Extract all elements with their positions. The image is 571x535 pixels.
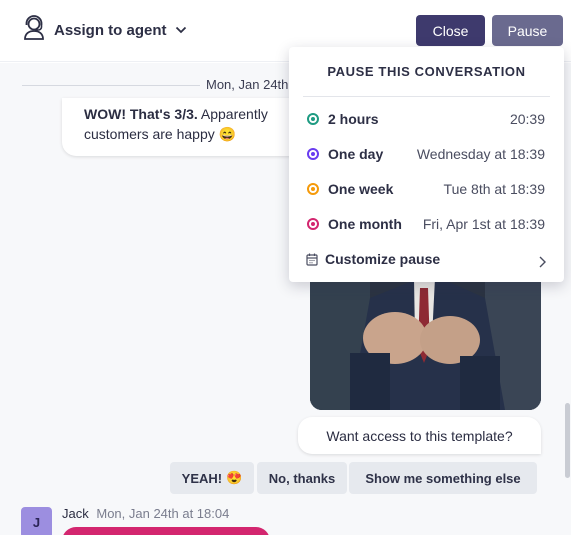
assign-to-agent-dropdown[interactable]: Assign to agent bbox=[22, 14, 187, 46]
pause-option-time: 20:39 bbox=[509, 111, 545, 127]
quick-reply-no-thanks[interactable]: No, thanks bbox=[257, 462, 347, 494]
template-question-text: Want access to this template? bbox=[326, 427, 513, 444]
agent-headset-icon bbox=[22, 14, 46, 46]
heart-eyes-emoji: 😍 bbox=[226, 470, 243, 485]
bot-message-bold: WOW! That's 3/3. bbox=[84, 106, 198, 122]
status-dot-icon bbox=[307, 183, 319, 195]
pause-option-2-hours[interactable]: 2 hours 20:39 bbox=[289, 102, 564, 136]
sender-info: Jack Mon, Jan 24th at 18:04 bbox=[62, 506, 229, 521]
pause-option-time: Tue 8th at 18:39 bbox=[443, 181, 545, 197]
pause-menu-title: PAUSE THIS CONVERSATION bbox=[327, 64, 526, 79]
status-dot-icon bbox=[307, 113, 319, 125]
assign-label: Assign to agent bbox=[54, 21, 167, 39]
chevron-down-icon bbox=[175, 21, 187, 39]
clapping-gif-image bbox=[310, 278, 541, 410]
pause-option-time: Wednesday at 18:39 bbox=[416, 146, 545, 162]
scrollbar[interactable] bbox=[565, 403, 570, 478]
pause-option-name: One month bbox=[328, 216, 402, 232]
quick-reply-label: Show me something else bbox=[365, 470, 521, 486]
calendar-icon bbox=[306, 253, 318, 271]
quick-reply-label: YEAH! bbox=[181, 470, 223, 486]
quick-reply-show-else[interactable]: Show me something else bbox=[349, 462, 537, 494]
pause-option-one-month[interactable]: One month Fri, Apr 1st at 18:39 bbox=[289, 207, 564, 241]
pause-option-time: Fri, Apr 1st at 18:39 bbox=[422, 216, 545, 232]
pause-option-one-week[interactable]: One week Tue 8th at 18:39 bbox=[289, 172, 564, 206]
status-dot-icon bbox=[307, 218, 319, 230]
quick-reply-yeah[interactable]: YEAH! 😍 bbox=[170, 462, 254, 494]
avatar: J bbox=[21, 507, 52, 535]
pause-menu: PAUSE THIS CONVERSATION 2 hours 20:39 On… bbox=[289, 47, 564, 282]
user-message-bubble bbox=[62, 527, 270, 535]
sender-name: Jack bbox=[62, 506, 89, 521]
date-separator-text: Mon, Jan 24th bbox=[200, 77, 295, 92]
pause-option-name: 2 hours bbox=[328, 111, 379, 127]
pause-option-name: One day bbox=[328, 146, 384, 162]
customize-pause-item[interactable]: Customize pause bbox=[289, 243, 564, 277]
bot-message-line2: customers are happy bbox=[84, 126, 215, 142]
bot-message-text: Apparently bbox=[197, 106, 268, 122]
pause-option-name: One week bbox=[328, 181, 394, 197]
bot-message-bubble: WOW! That's 3/3. Apparently customers ar… bbox=[62, 98, 312, 156]
divider bbox=[303, 96, 550, 97]
template-question-bubble: Want access to this template? bbox=[298, 417, 541, 454]
sender-time: Mon, Jan 24th at 18:04 bbox=[96, 506, 230, 521]
smile-emoji: 😄 bbox=[218, 126, 237, 142]
pause-option-one-day[interactable]: One day Wednesday at 18:39 bbox=[289, 137, 564, 171]
status-dot-icon bbox=[307, 148, 319, 160]
quick-reply-label: No, thanks bbox=[268, 470, 336, 486]
chevron-right-icon bbox=[539, 255, 546, 273]
customize-pause-label: Customize pause bbox=[325, 251, 441, 267]
close-button[interactable]: Close bbox=[416, 15, 485, 46]
pause-button[interactable]: Pause bbox=[492, 15, 563, 46]
